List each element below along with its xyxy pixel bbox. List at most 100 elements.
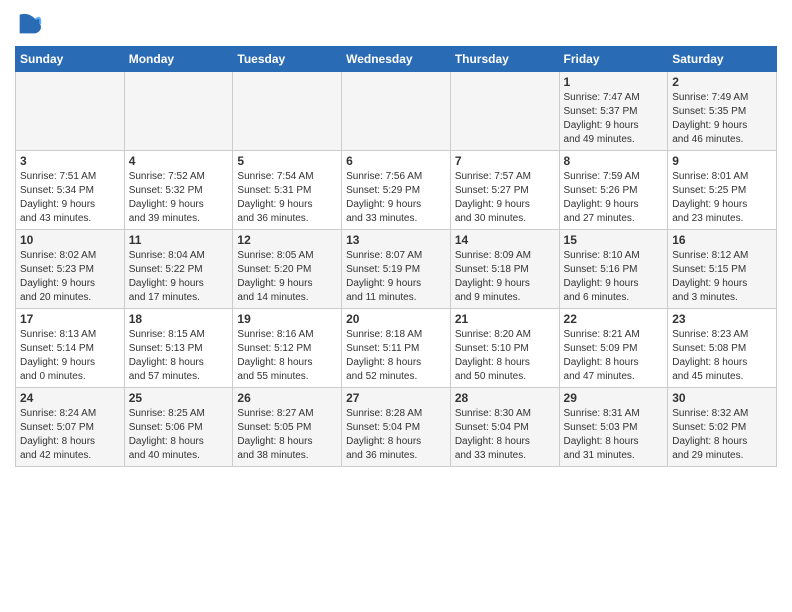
calendar-week-row: 1 Sunrise: 7:47 AMSunset: 5:37 PMDaylight… <box>16 72 777 151</box>
calendar-cell: 17 Sunrise: 8:13 AMSunset: 5:14 PMDayligh… <box>16 309 125 388</box>
calendar-cell: 6Sunrise: 7:56 AMSunset: 5:29 PMDaylight… <box>342 151 451 230</box>
calendar-cell: 10 Sunrise: 8:02 AMSunset: 5:23 PMDayligh… <box>16 230 125 309</box>
day-number: 28 <box>455 391 555 405</box>
day-number: 17 <box>20 312 120 326</box>
calendar-cell: 28 Sunrise: 8:30 AMSunset: 5:04 PMDayligh… <box>450 388 559 467</box>
day-number: 26 <box>237 391 337 405</box>
day-number: 7 <box>455 154 555 168</box>
calendar-cell: 1 Sunrise: 7:47 AMSunset: 5:37 PMDaylight… <box>559 72 668 151</box>
calendar-cell: 24 Sunrise: 8:24 AMSunset: 5:07 PMDayligh… <box>16 388 125 467</box>
logo <box>15 10 47 38</box>
day-info: Sunrise: 8:07 AMSunset: 5:19 PMDaylight:… <box>346 249 446 305</box>
calendar-cell: 30 Sunrise: 8:32 AMSunset: 5:02 PMDayligh… <box>668 388 777 467</box>
weekday-header-monday: Monday <box>124 47 233 72</box>
calendar-cell: 15 Sunrise: 8:10 AMSunset: 5:16 PMDayligh… <box>559 230 668 309</box>
calendar-cell: 21 Sunrise: 8:20 AMSunset: 5:10 PMDayligh… <box>450 309 559 388</box>
calendar-week-row: 3 Sunrise: 7:51 AMSunset: 5:34 PMDaylight… <box>16 151 777 230</box>
calendar-cell: 14 Sunrise: 8:09 AMSunset: 5:18 PMDayligh… <box>450 230 559 309</box>
calendar-cell: 25 Sunrise: 8:25 AMSunset: 5:06 PMDayligh… <box>124 388 233 467</box>
day-info: Sunrise: 8:25 AMSunset: 5:06 PMDaylight:… <box>129 407 229 463</box>
day-info: Sunrise: 8:20 AMSunset: 5:10 PMDaylight:… <box>455 328 555 384</box>
day-info: Sunrise: 7:59 AMSunset: 5:26 PMDaylight:… <box>564 170 664 226</box>
calendar-cell: 2 Sunrise: 7:49 AMSunset: 5:35 PMDaylight… <box>668 72 777 151</box>
day-info: Sunrise: 8:05 AMSunset: 5:20 PMDaylight:… <box>237 249 337 305</box>
calendar-cell <box>342 72 451 151</box>
calendar-cell: 20 Sunrise: 8:18 AMSunset: 5:11 PMDayligh… <box>342 309 451 388</box>
day-number: 4 <box>129 154 229 168</box>
weekday-header-friday: Friday <box>559 47 668 72</box>
day-number: 1 <box>564 75 664 89</box>
day-info: Sunrise: 7:51 AMSunset: 5:34 PMDaylight:… <box>20 170 120 226</box>
day-info: Sunrise: 8:16 AMSunset: 5:12 PMDaylight:… <box>237 328 337 384</box>
day-number: 15 <box>564 233 664 247</box>
calendar-cell: 26 Sunrise: 8:27 AMSunset: 5:05 PMDayligh… <box>233 388 342 467</box>
day-info: Sunrise: 8:27 AMSunset: 5:05 PMDaylight:… <box>237 407 337 463</box>
header <box>15 10 777 38</box>
calendar-cell: 11Sunrise: 8:04 AMSunset: 5:22 PMDayligh… <box>124 230 233 309</box>
calendar-cell: 5 Sunrise: 7:54 AMSunset: 5:31 PMDaylight… <box>233 151 342 230</box>
day-number: 9 <box>672 154 772 168</box>
day-number: 30 <box>672 391 772 405</box>
calendar-cell: 8 Sunrise: 7:59 AMSunset: 5:26 PMDaylight… <box>559 151 668 230</box>
day-number: 12 <box>237 233 337 247</box>
calendar-cell <box>450 72 559 151</box>
day-info: Sunrise: 7:57 AMSunset: 5:27 PMDaylight:… <box>455 170 555 226</box>
weekday-header-sunday: Sunday <box>16 47 125 72</box>
day-number: 3 <box>20 154 120 168</box>
day-number: 23 <box>672 312 772 326</box>
day-info: Sunrise: 8:09 AMSunset: 5:18 PMDaylight:… <box>455 249 555 305</box>
day-info: Sunrise: 8:31 AMSunset: 5:03 PMDaylight:… <box>564 407 664 463</box>
calendar-cell: 16Sunrise: 8:12 AMSunset: 5:15 PMDayligh… <box>668 230 777 309</box>
calendar-cell: 22 Sunrise: 8:21 AMSunset: 5:09 PMDayligh… <box>559 309 668 388</box>
day-number: 24 <box>20 391 120 405</box>
day-info: Sunrise: 8:15 AMSunset: 5:13 PMDaylight:… <box>129 328 229 384</box>
day-number: 19 <box>237 312 337 326</box>
weekday-header-row: SundayMondayTuesdayWednesdayThursdayFrid… <box>16 47 777 72</box>
day-info: Sunrise: 8:04 AMSunset: 5:22 PMDaylight:… <box>129 249 229 305</box>
day-number: 10 <box>20 233 120 247</box>
day-number: 21 <box>455 312 555 326</box>
day-info: Sunrise: 7:56 AMSunset: 5:29 PMDaylight:… <box>346 170 446 226</box>
day-number: 29 <box>564 391 664 405</box>
day-number: 20 <box>346 312 446 326</box>
day-number: 8 <box>564 154 664 168</box>
calendar-table: SundayMondayTuesdayWednesdayThursdayFrid… <box>15 46 777 467</box>
day-info: Sunrise: 7:49 AMSunset: 5:35 PMDaylight:… <box>672 91 772 147</box>
day-info: Sunrise: 8:32 AMSunset: 5:02 PMDaylight:… <box>672 407 772 463</box>
day-info: Sunrise: 8:18 AMSunset: 5:11 PMDaylight:… <box>346 328 446 384</box>
calendar-cell: 27Sunrise: 8:28 AMSunset: 5:04 PMDayligh… <box>342 388 451 467</box>
calendar-cell: 19 Sunrise: 8:16 AMSunset: 5:12 PMDayligh… <box>233 309 342 388</box>
day-number: 22 <box>564 312 664 326</box>
day-number: 2 <box>672 75 772 89</box>
calendar-cell: 18 Sunrise: 8:15 AMSunset: 5:13 PMDayligh… <box>124 309 233 388</box>
day-info: Sunrise: 8:28 AMSunset: 5:04 PMDaylight:… <box>346 407 446 463</box>
day-number: 18 <box>129 312 229 326</box>
calendar-cell: 12 Sunrise: 8:05 AMSunset: 5:20 PMDayligh… <box>233 230 342 309</box>
calendar-week-row: 10 Sunrise: 8:02 AMSunset: 5:23 PMDayligh… <box>16 230 777 309</box>
day-info: Sunrise: 8:02 AMSunset: 5:23 PMDaylight:… <box>20 249 120 305</box>
day-info: Sunrise: 8:10 AMSunset: 5:16 PMDaylight:… <box>564 249 664 305</box>
calendar-cell <box>16 72 125 151</box>
calendar-cell <box>233 72 342 151</box>
day-info: Sunrise: 8:01 AMSunset: 5:25 PMDaylight:… <box>672 170 772 226</box>
calendar-cell: 3 Sunrise: 7:51 AMSunset: 5:34 PMDaylight… <box>16 151 125 230</box>
day-info: Sunrise: 7:52 AMSunset: 5:32 PMDaylight:… <box>129 170 229 226</box>
day-info: Sunrise: 8:24 AMSunset: 5:07 PMDaylight:… <box>20 407 120 463</box>
calendar-week-row: 24 Sunrise: 8:24 AMSunset: 5:07 PMDayligh… <box>16 388 777 467</box>
calendar-week-row: 17 Sunrise: 8:13 AMSunset: 5:14 PMDayligh… <box>16 309 777 388</box>
day-number: 5 <box>237 154 337 168</box>
calendar-cell: 13Sunrise: 8:07 AMSunset: 5:19 PMDayligh… <box>342 230 451 309</box>
day-number: 14 <box>455 233 555 247</box>
day-number: 25 <box>129 391 229 405</box>
day-info: Sunrise: 8:21 AMSunset: 5:09 PMDaylight:… <box>564 328 664 384</box>
day-info: Sunrise: 7:54 AMSunset: 5:31 PMDaylight:… <box>237 170 337 226</box>
day-info: Sunrise: 8:30 AMSunset: 5:04 PMDaylight:… <box>455 407 555 463</box>
weekday-header-thursday: Thursday <box>450 47 559 72</box>
day-info: Sunrise: 7:47 AMSunset: 5:37 PMDaylight:… <box>564 91 664 147</box>
calendar-cell: 9 Sunrise: 8:01 AMSunset: 5:25 PMDaylight… <box>668 151 777 230</box>
day-info: Sunrise: 8:12 AMSunset: 5:15 PMDaylight:… <box>672 249 772 305</box>
day-info: Sunrise: 8:13 AMSunset: 5:14 PMDaylight:… <box>20 328 120 384</box>
calendar-cell: 29 Sunrise: 8:31 AMSunset: 5:03 PMDayligh… <box>559 388 668 467</box>
day-info: Sunrise: 8:23 AMSunset: 5:08 PMDaylight:… <box>672 328 772 384</box>
weekday-header-saturday: Saturday <box>668 47 777 72</box>
